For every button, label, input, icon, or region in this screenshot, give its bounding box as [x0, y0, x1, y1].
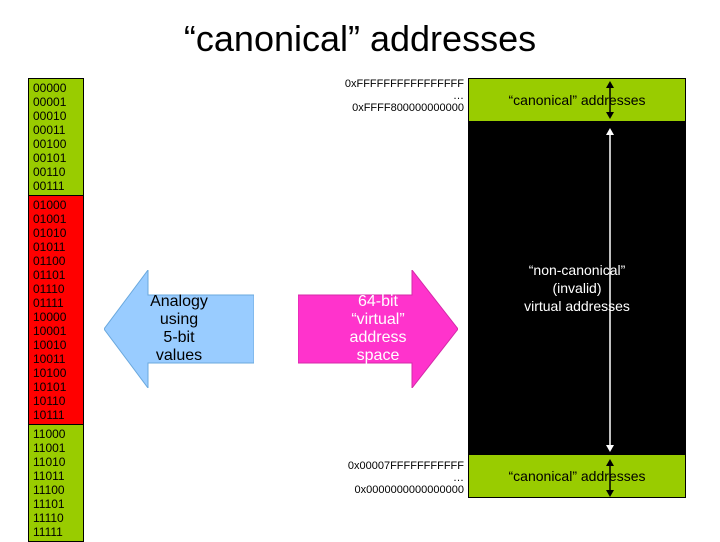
hex-high-start: 0xFFFF800000000000: [304, 102, 464, 114]
bin-val: 00110: [33, 165, 79, 179]
five-bit-column: 00000 00001 00010 00011 00100 00101 0011…: [28, 78, 84, 541]
bin-val: 11000: [33, 427, 79, 441]
bin-val: 11110: [33, 511, 79, 525]
bin-val: 01000: [33, 198, 79, 212]
bin-val: 11100: [33, 483, 79, 497]
virtual-line: “virtual”: [350, 311, 407, 329]
bin-val: 11010: [33, 455, 79, 469]
bin-val: 01111: [33, 296, 79, 310]
hex-dots-top: …: [304, 90, 464, 102]
five-bit-canonical-low: 00000 00001 00010 00011 00100 00101 0011…: [28, 78, 84, 196]
bin-val: 11011: [33, 469, 79, 483]
canonical-high-seg: “canonical” addresses: [468, 78, 686, 122]
bin-val: 00101: [33, 151, 79, 165]
bin-val: 10100: [33, 366, 79, 380]
hex-low-end: 0x00007FFFFFFFFFFF: [304, 460, 464, 472]
analogy-line: 5-bit: [150, 329, 208, 347]
canonical-high-label: “canonical” addresses: [509, 92, 646, 108]
sixtyfour-bit-bar: “canonical” addresses “non-canonical” (i…: [468, 78, 686, 497]
bin-val: 01010: [33, 226, 79, 240]
bin-val: 11001: [33, 441, 79, 455]
bin-val: 11101: [33, 497, 79, 511]
hex-low-start: 0x0000000000000000: [304, 484, 464, 496]
bin-val: 01001: [33, 212, 79, 226]
bin-val: 10001: [33, 324, 79, 338]
bin-val: 00000: [33, 81, 79, 95]
analogy-arrow: Analogy using 5-bit values: [104, 270, 254, 388]
bin-val: 01011: [33, 240, 79, 254]
noncanonical-seg: “non-canonical” (invalid) virtual addres…: [468, 121, 686, 455]
bin-val: 01110: [33, 282, 79, 296]
five-bit-noncanonical: 01000 01001 01010 01011 01100 01101 0111…: [28, 195, 84, 425]
bin-val: 00111: [33, 179, 79, 193]
analogy-line: using: [150, 311, 208, 329]
bin-val: 10101: [33, 380, 79, 394]
range-arrow-mid-icon: [604, 128, 616, 452]
bin-val: 10010: [33, 338, 79, 352]
noncanonical-line: (invalid): [552, 279, 601, 297]
canonical-low-label: “canonical” addresses: [509, 468, 646, 484]
virtual-line: space: [350, 347, 407, 365]
bin-val: 11111: [33, 525, 79, 539]
bin-val: 01100: [33, 254, 79, 268]
hex-dots-bot: …: [304, 472, 464, 484]
bin-val: 00001: [33, 95, 79, 109]
bin-val: 00010: [33, 109, 79, 123]
bin-val: 10111: [33, 408, 79, 422]
page-title: “canonical” addresses: [0, 18, 720, 60]
bin-val: 10000: [33, 310, 79, 324]
range-arrow-top-icon: [604, 81, 616, 119]
range-arrow-bot-icon: [604, 459, 616, 497]
bin-val: 10110: [33, 394, 79, 408]
analogy-line: values: [150, 347, 208, 365]
virtual-arrow-text: 64-bit “virtual” address space: [350, 293, 407, 365]
bin-val: 10011: [33, 352, 79, 366]
bin-val: 01101: [33, 268, 79, 282]
analogy-arrow-text: Analogy using 5-bit values: [150, 293, 208, 365]
five-bit-canonical-high: 11000 11001 11010 11011 11100 11101 1111…: [28, 424, 84, 542]
virtual-arrow: 64-bit “virtual” address space: [298, 270, 458, 388]
analogy-line: Analogy: [150, 293, 208, 311]
hex-high-end: 0xFFFFFFFFFFFFFFFF: [304, 78, 464, 90]
virtual-line: 64-bit: [350, 293, 407, 311]
bin-val: 00011: [33, 123, 79, 137]
virtual-line: address: [350, 329, 407, 347]
canonical-low-seg: “canonical” addresses: [468, 454, 686, 498]
bin-val: 00100: [33, 137, 79, 151]
